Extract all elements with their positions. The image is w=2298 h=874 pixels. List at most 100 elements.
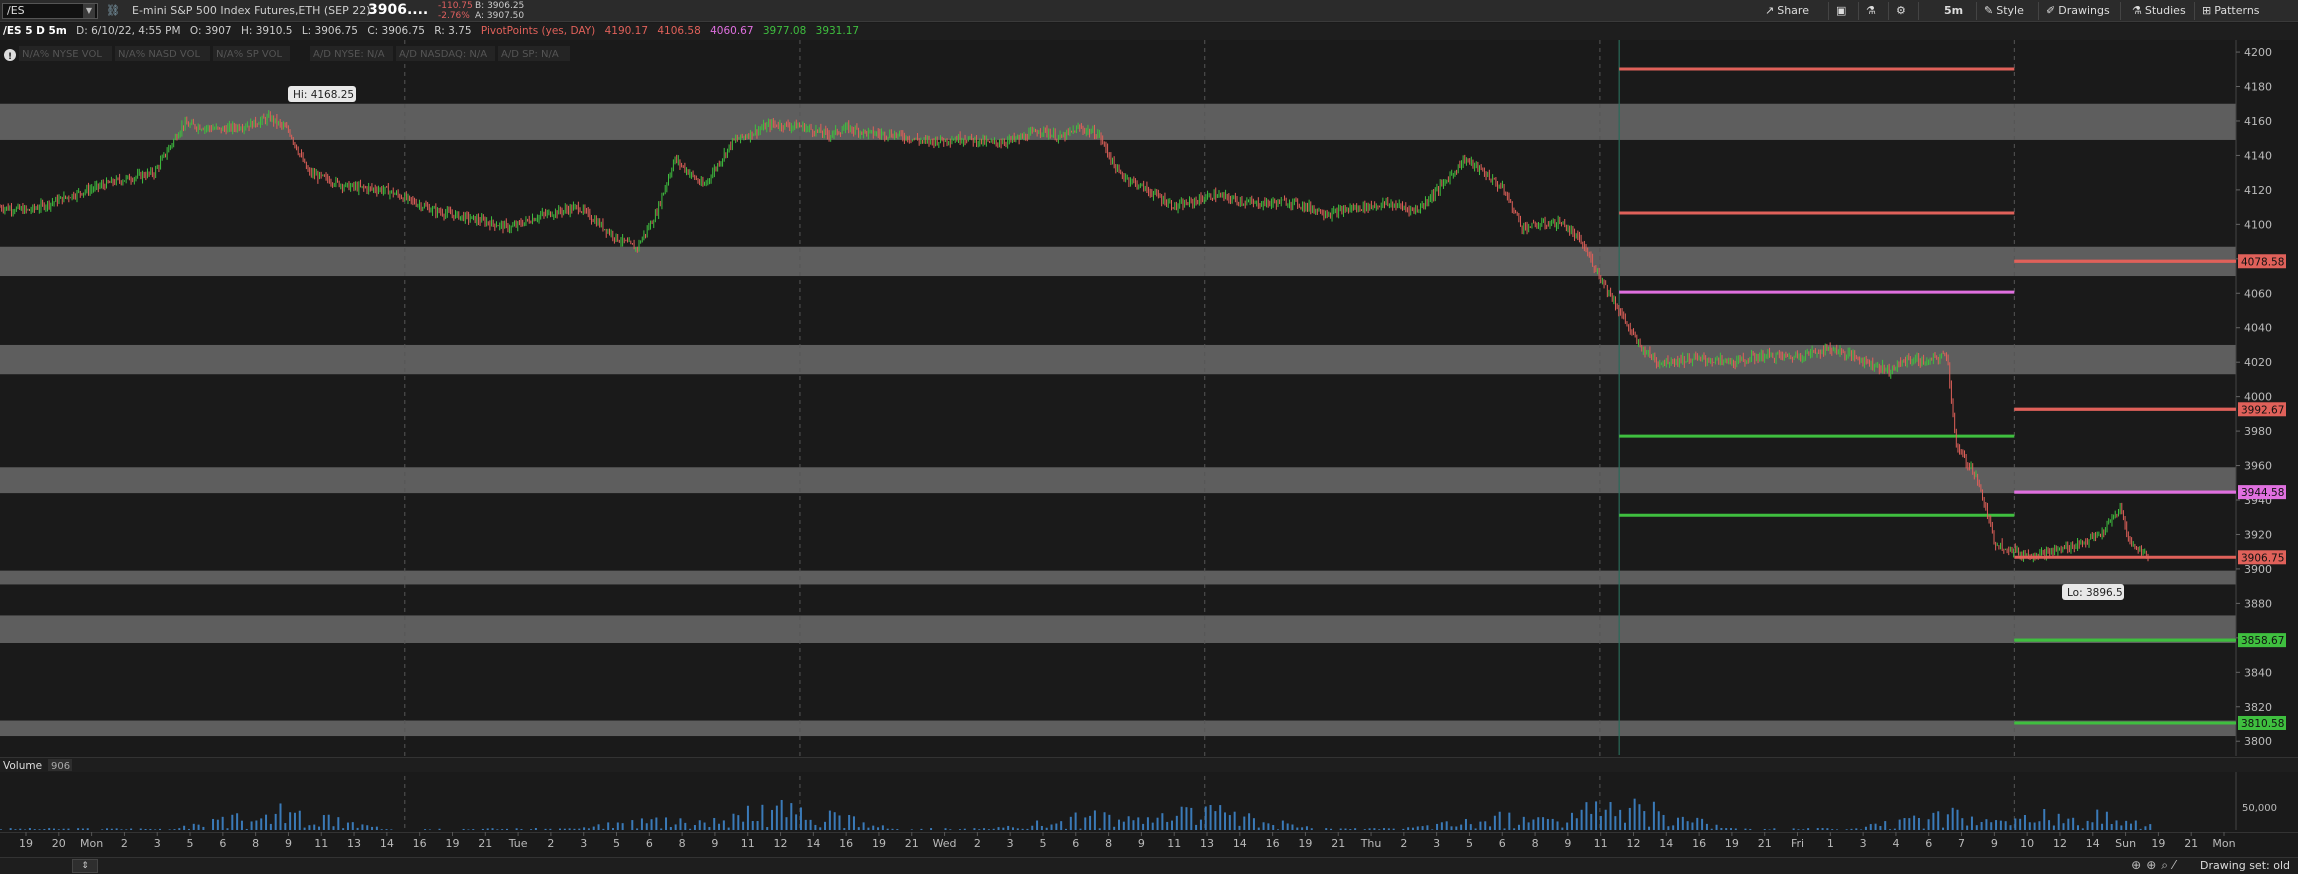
volume-bar [120,829,123,830]
volume-bar [997,827,1000,830]
volume-bar [1826,828,1829,830]
patterns-button[interactable]: ⊞ Patterns [2202,3,2260,19]
chevron-down-icon[interactable]: ▼ [83,4,95,18]
volume-bar [1807,828,1810,830]
time-tick-label: 9 [1991,837,1998,850]
zoom-icon[interactable]: ⊕ [2146,858,2161,872]
volume-bar [732,813,735,830]
volume-bar [390,829,393,830]
aggregation-button[interactable]: 5m [1944,3,1963,19]
volume-bar [1093,810,1096,830]
volume-bar [2062,823,2065,830]
studies-lab-button[interactable]: ⚗ [1866,3,1876,19]
price-tick-label: 4000 [2244,391,2272,404]
price-tick-label: 3880 [2244,597,2272,610]
pct-change-value: -2.76% [438,11,470,21]
volume-bar [1464,818,1467,830]
volume-bar [2019,818,2022,830]
volume-bar [1387,828,1390,830]
volume-bar [1373,828,1376,830]
pivot-study-label[interactable]: PivotPoints (yes, DAY) [481,25,595,37]
volume-bar [284,823,287,830]
volume-bar [1705,823,1708,830]
volume-bar [1537,817,1540,830]
expand-panel-button[interactable]: ⇕ [72,859,98,873]
volume-bar [1816,828,1819,830]
volume-bar [1513,828,1516,830]
volume-bar [2129,823,2132,830]
time-tick-label: 19 [445,837,459,850]
volume-bar [2072,817,2075,830]
volume-bar [1431,829,1434,830]
volume-bar [265,814,268,830]
volume-bar [1479,821,1482,830]
volume-bar [293,812,296,830]
volume-bar [689,828,692,830]
volume-bar [346,822,349,830]
time-tick-label: 14 [806,837,820,850]
link-icon[interactable]: ⛓ [106,4,120,17]
drawings-button[interactable]: ✐ Drawings [2046,3,2110,19]
volume-bar [279,803,282,830]
volume-bar [549,828,552,830]
breadth-sp-vol: N/A% SP VOL [216,49,282,60]
volume-bar [149,828,152,830]
volume-bar [1619,809,1622,830]
volume-bar [1889,829,1892,830]
volume-bar [2134,820,2137,830]
volume-bar [2014,818,2017,830]
low-callout-text: Lo: 3896.5 [2067,587,2123,599]
volume-bar [337,817,340,830]
volume-bar [1137,817,1140,830]
volume-bar [1802,829,1805,830]
time-tick-label: 21 [2184,837,2198,850]
volume-bar [1522,816,1525,830]
studies-button[interactable]: ⚗ Studies [2132,3,2186,19]
volume-bar [1166,821,1169,830]
pan-icon[interactable]: ⌕ [2161,858,2173,872]
snapshot-button[interactable]: ▣ [1836,3,1846,19]
volume-bar [1257,827,1260,830]
gear-icon: ⚙ [1896,4,1906,17]
volume-bar [592,826,595,830]
price-tag-label: 3906.75 [2241,552,2284,564]
draw-line-icon[interactable]: ⁄ [2173,858,2180,872]
style-button[interactable]: ✎ Style [1984,3,2024,19]
pivot-pp: 4060.67 [710,25,754,37]
volume-bar [1990,822,1993,830]
symbol-input[interactable]: /ES ▼ [2,3,98,19]
chart-info-bar: /ES 5 D 5m D: 6/10/22, 4:55 PM O: 3907 H… [0,23,2298,40]
share-button[interactable]: ↗ Share [1765,3,1809,19]
time-tick-label: Fri [1791,837,1804,850]
volume-bar [718,823,721,830]
volume-bar [1484,821,1487,830]
volume-bar [1995,820,1998,830]
volume-header [0,758,2298,772]
volume-bar [366,825,369,830]
chart-pane[interactable]: 4200418041604140412041004080406040404020… [0,40,2298,855]
settings-button[interactable]: ⚙ [1896,3,1906,19]
volume-bar [2057,813,2060,830]
volume-bar [1913,815,1916,830]
price-axis[interactable]: 4200418041604140412041004080406040404020… [2235,40,2298,756]
volume-bar [1132,820,1135,830]
crosshair-icon[interactable]: ⊕ [2131,858,2146,872]
volume-bar [342,828,345,830]
volume-bar [1036,820,1039,830]
patterns-label: Patterns [2214,4,2260,17]
time-tick-label: 21 [1331,837,1345,850]
high-callout: Hi: 4168.25 [288,86,356,102]
volume-bar [1595,801,1598,830]
volume-bar [2028,822,2031,830]
volume-bar [481,828,484,830]
volume-bar [424,829,427,830]
time-tick-label: 3 [1433,837,1440,850]
volume-bar [1614,816,1617,830]
volume-bar [1681,816,1684,830]
price-tick-label: 4100 [2244,218,2272,231]
volume-bar [559,828,561,830]
volume-bar [910,829,913,830]
volume-bar [785,817,788,830]
volume-bar [1966,825,1969,830]
volume-bar [987,829,990,830]
